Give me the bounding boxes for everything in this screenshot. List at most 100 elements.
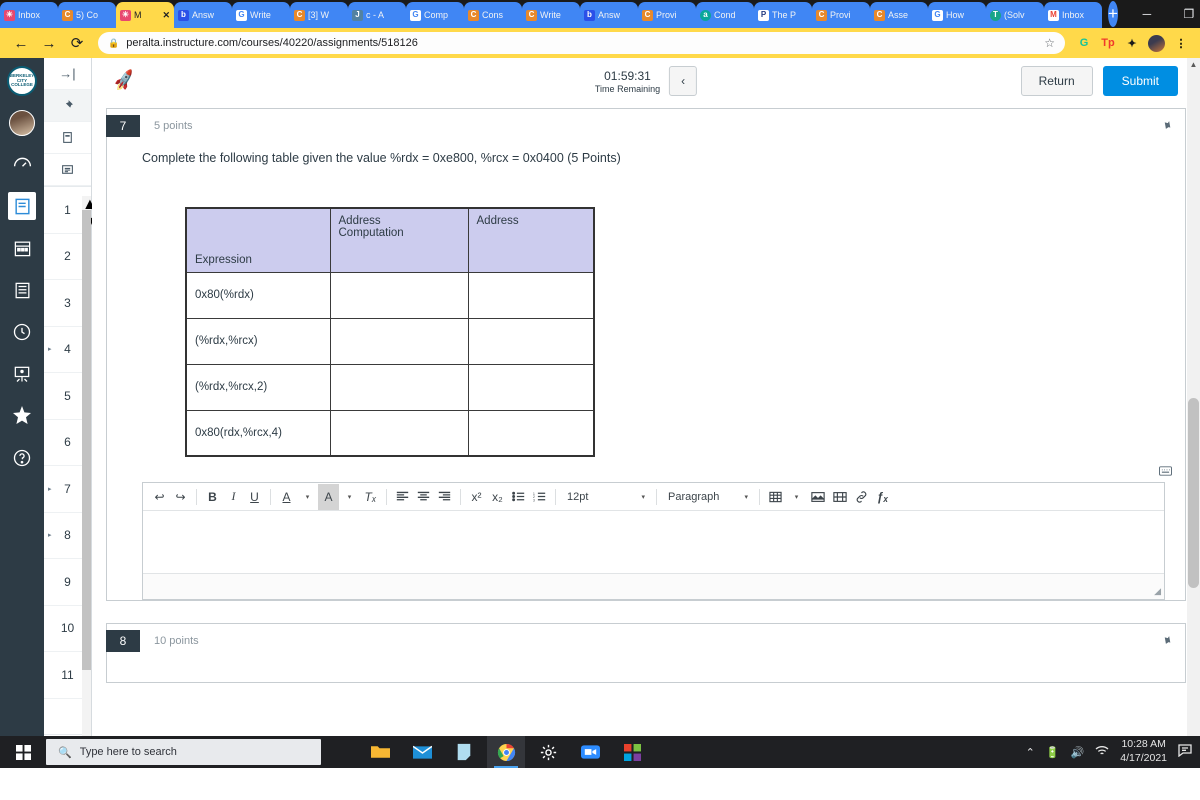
browser-tab[interactable]: J c - A bbox=[348, 2, 406, 28]
browser-tab[interactable]: C Cons bbox=[464, 2, 522, 28]
underline-icon[interactable]: U bbox=[244, 484, 265, 510]
browser-tab[interactable]: C [3] W bbox=[290, 2, 348, 28]
browser-tab[interactable]: M Inbox bbox=[1044, 2, 1102, 28]
browser-tab[interactable]: b Answ bbox=[580, 2, 638, 28]
cell-address-computation[interactable] bbox=[329, 317, 469, 365]
question-list-icon[interactable] bbox=[44, 122, 91, 154]
taskbar-search-input[interactable]: 🔍 Type here to search bbox=[46, 739, 321, 765]
teacherspayteachers-extension-icon[interactable]: Tp bbox=[1097, 37, 1119, 49]
submit-button[interactable]: Submit bbox=[1102, 66, 1178, 96]
maximize-window-button[interactable]: ❐ bbox=[1168, 0, 1200, 28]
insert-image-icon[interactable] bbox=[807, 484, 829, 510]
browser-tab[interactable]: G How bbox=[928, 2, 986, 28]
cell-address[interactable] bbox=[467, 409, 595, 457]
browser-tab[interactable]: T (Solv bbox=[986, 2, 1044, 28]
berkeley-city-college-logo[interactable]: BERKELEY CITY COLLEGE bbox=[7, 66, 37, 96]
puzzle-extensions-icon[interactable]: ✦ bbox=[1121, 37, 1143, 50]
paragraph-style-select[interactable]: Paragraph ▾ bbox=[662, 491, 754, 503]
battery-icon[interactable]: 🔋 bbox=[1046, 746, 1060, 759]
address-bar[interactable]: 🔒 peralta.instructure.com/courses/40220/… bbox=[98, 32, 1065, 54]
taskbar-clock[interactable]: 10:28 AM 4/17/2021 bbox=[1120, 738, 1167, 765]
browser-tab[interactable]: C 5) Co bbox=[58, 2, 116, 28]
superscript-icon[interactable]: x² bbox=[466, 484, 487, 510]
resize-grip-icon[interactable]: ◢ bbox=[1154, 586, 1161, 597]
align-left-icon[interactable] bbox=[392, 484, 413, 510]
text-color-icon[interactable]: A bbox=[276, 484, 297, 510]
reload-button[interactable]: ⟳ bbox=[64, 30, 90, 56]
history-icon[interactable] bbox=[8, 318, 36, 346]
courses-icon[interactable] bbox=[8, 192, 36, 220]
text-color-caret-icon[interactable]: ▾ bbox=[297, 484, 318, 510]
redo-icon[interactable]: ↪ bbox=[170, 484, 191, 510]
browser-tab[interactable]: C Write bbox=[522, 2, 580, 28]
browser-tab[interactable]: ✳ Inbox bbox=[0, 2, 58, 28]
start-button[interactable] bbox=[0, 736, 46, 768]
show-hidden-icons-icon[interactable]: ⌃ bbox=[1026, 746, 1035, 759]
cell-address-computation[interactable] bbox=[329, 363, 469, 411]
microsoft-store-icon[interactable] bbox=[613, 736, 651, 768]
star-icon[interactable]: ☆ bbox=[1044, 36, 1055, 50]
flag-pin-icon[interactable] bbox=[1153, 115, 1174, 137]
action-center-icon[interactable] bbox=[1178, 744, 1192, 760]
return-button[interactable]: Return bbox=[1020, 66, 1093, 96]
numbered-list-icon[interactable]: 1 2 3 bbox=[529, 484, 550, 510]
browser-tab[interactable]: C Provi bbox=[812, 2, 870, 28]
back-button[interactable]: ← bbox=[8, 30, 34, 56]
browser-tab[interactable]: C Provi bbox=[638, 2, 696, 28]
cell-address[interactable] bbox=[467, 271, 595, 319]
wifi-icon[interactable] bbox=[1095, 745, 1109, 759]
cell-address-computation[interactable] bbox=[329, 409, 469, 457]
dashboard-icon[interactable] bbox=[8, 150, 36, 178]
minimize-window-button[interactable]: ─ bbox=[1126, 0, 1168, 28]
cell-address[interactable] bbox=[467, 317, 595, 365]
insert-media-icon[interactable] bbox=[829, 484, 851, 510]
question-outline-icon[interactable] bbox=[44, 154, 91, 186]
file-explorer-icon[interactable] bbox=[361, 736, 399, 768]
profile-avatar[interactable] bbox=[1148, 34, 1165, 52]
scroll-up-arrow-icon[interactable]: ▲ bbox=[1187, 60, 1200, 69]
kebab-menu-icon[interactable]: ⋮ bbox=[1170, 37, 1192, 50]
settings-gear-icon[interactable] bbox=[529, 736, 567, 768]
browser-tab-active[interactable]: ✳ M ✕ bbox=[116, 2, 174, 28]
calendar-icon[interactable] bbox=[8, 234, 36, 262]
grammarly-extension-icon[interactable]: G bbox=[1073, 37, 1095, 49]
keyboard-shortcuts-icon[interactable] bbox=[107, 457, 1185, 482]
chrome-icon[interactable] bbox=[487, 736, 525, 768]
undo-icon[interactable]: ↩ bbox=[149, 484, 170, 510]
new-tab-button[interactable]: + bbox=[1108, 1, 1118, 27]
close-tab-icon[interactable]: ✕ bbox=[162, 10, 170, 21]
account-avatar[interactable] bbox=[9, 110, 35, 136]
insert-link-icon[interactable] bbox=[851, 484, 872, 510]
insert-table-icon[interactable] bbox=[765, 484, 786, 510]
highlight-color-icon[interactable]: A bbox=[318, 483, 339, 510]
editor-body[interactable] bbox=[143, 511, 1164, 573]
insert-equation-icon[interactable]: ƒₓ bbox=[872, 484, 893, 510]
clear-formatting-icon[interactable]: Tₓ bbox=[360, 484, 381, 510]
italic-icon[interactable]: I bbox=[223, 484, 244, 510]
mail-icon[interactable] bbox=[403, 736, 441, 768]
subscript-icon[interactable]: x₂ bbox=[487, 484, 508, 510]
cell-address[interactable] bbox=[467, 363, 595, 411]
star-badge-icon[interactable] bbox=[8, 402, 36, 430]
cell-address-computation[interactable] bbox=[329, 271, 469, 319]
browser-tab[interactable]: G Write bbox=[232, 2, 290, 28]
highlight-color-caret-icon[interactable]: ▾ bbox=[339, 484, 360, 510]
flag-pin-icon[interactable] bbox=[1153, 630, 1174, 652]
browser-tab[interactable]: G Comp bbox=[406, 2, 464, 28]
help-icon[interactable] bbox=[8, 444, 36, 472]
scrollbar-thumb[interactable] bbox=[82, 210, 91, 670]
collapse-timer-button[interactable]: ‹ bbox=[669, 66, 698, 96]
font-size-select[interactable]: 12pt ▾ bbox=[561, 491, 651, 503]
sticky-notes-icon[interactable] bbox=[445, 736, 483, 768]
pin-panel-icon[interactable] bbox=[44, 90, 91, 122]
bulleted-list-icon[interactable] bbox=[508, 484, 529, 510]
browser-tab[interactable]: b Answ bbox=[174, 2, 232, 28]
browser-tab[interactable]: P The P bbox=[754, 2, 812, 28]
bold-icon[interactable]: B bbox=[202, 484, 223, 510]
table-caret-icon[interactable]: ▾ bbox=[786, 484, 807, 510]
collapse-panel-icon[interactable]: →| bbox=[44, 58, 91, 90]
page-scrollbar[interactable]: ▲ ▼ bbox=[1187, 58, 1200, 768]
forward-button[interactable]: → bbox=[36, 30, 62, 56]
question-list-scrollbar[interactable]: ▲ ▼ bbox=[82, 196, 98, 736]
volume-icon[interactable]: 🔊 bbox=[1071, 746, 1085, 759]
